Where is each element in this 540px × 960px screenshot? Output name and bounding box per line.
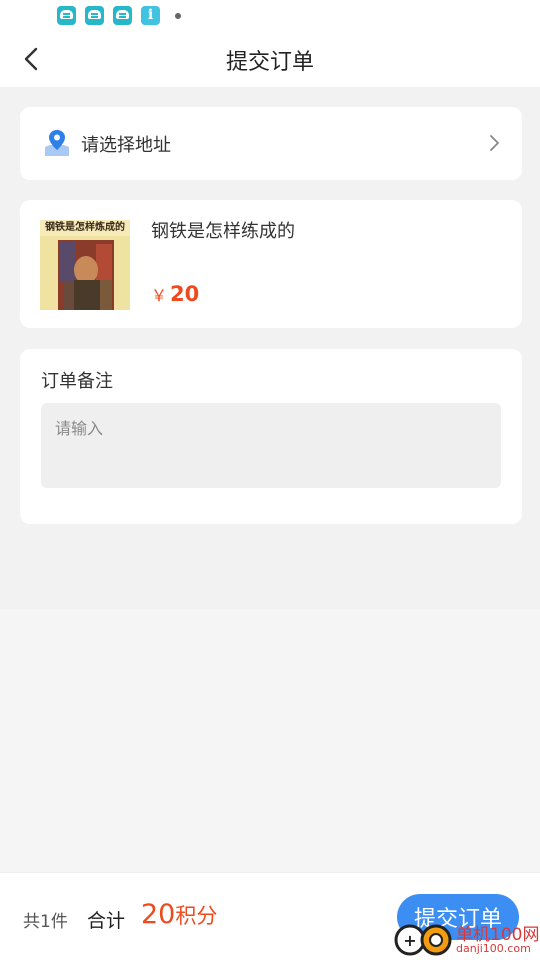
currency-symbol: ￥	[151, 286, 168, 305]
address-placeholder: 请选择地址	[81, 135, 171, 156]
remark-label: 订单备注	[41, 371, 113, 392]
total-number: 20	[141, 899, 176, 930]
svg-text:+: +	[403, 931, 416, 950]
remark-input[interactable]	[41, 403, 501, 488]
watermark-text-en: danji100.com	[456, 942, 531, 955]
watermark: + 单机100网 danji100.com	[392, 918, 540, 960]
book-cover-image: 钢铁是怎样炼成的	[40, 220, 130, 310]
order-remark-card: 订单备注	[20, 349, 522, 524]
total-points: 20积分	[141, 899, 217, 930]
watermark-logo-icon: +	[394, 924, 452, 956]
status-bar	[0, 0, 540, 32]
total-unit: 积分	[175, 904, 218, 928]
robot-app-icon	[113, 6, 132, 25]
product-name: 钢铁是怎样练成的	[151, 221, 295, 242]
address-selector[interactable]: 请选择地址	[20, 107, 522, 180]
book-cover-title: 钢铁是怎样炼成的	[40, 220, 130, 236]
status-icons	[57, 6, 181, 25]
product-card: 钢铁是怎样炼成的 钢铁是怎样练成的 ￥ 20	[20, 200, 522, 328]
location-pin-icon	[45, 130, 69, 156]
robot-app-icon	[57, 6, 76, 25]
page-title: 提交订单	[225, 50, 314, 75]
total-label: 合计	[87, 910, 126, 932]
notification-dot-icon	[175, 12, 181, 19]
main-content: 请选择地址 钢铁是怎样炼成的 钢铁是怎样练成的 ￥ 20 订单备注 请输入	[0, 87, 540, 609]
product-price: ￥ 20	[151, 282, 199, 306]
price-value: 20	[170, 282, 200, 306]
chevron-right-icon	[490, 135, 499, 151]
submit-order-page: { "status_bar": { "icons": ["robot-app-i…	[0, 0, 540, 960]
nav-bar: 提交订单	[0, 32, 540, 87]
info-app-icon	[141, 6, 160, 25]
item-count: 共1件	[23, 912, 68, 932]
robot-app-icon	[85, 6, 104, 25]
